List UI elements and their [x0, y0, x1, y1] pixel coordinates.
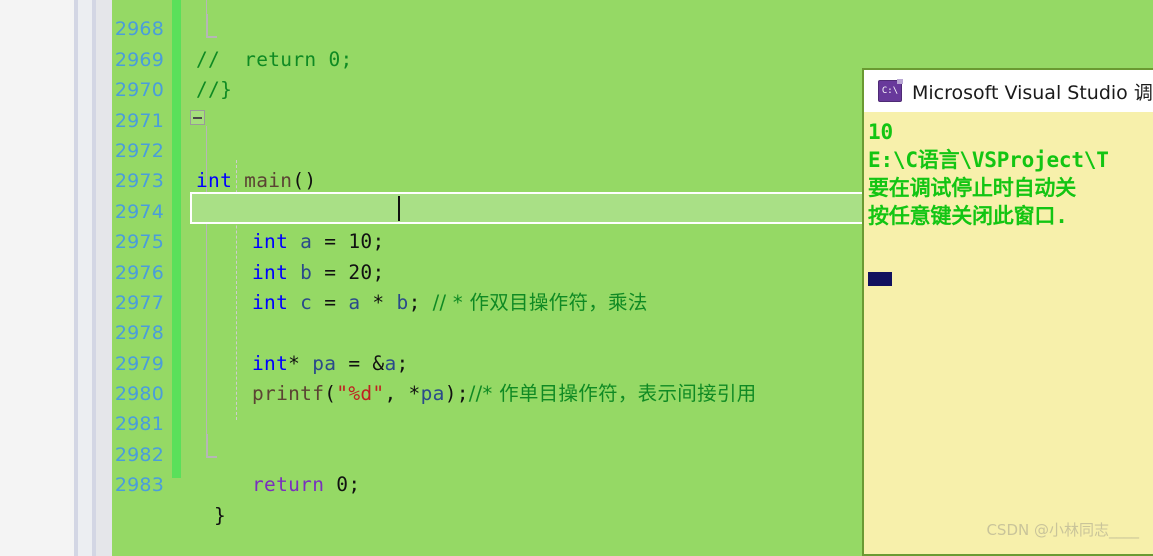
console-title-bar[interactable]: C:\ Microsoft Visual Studio 调试控 — [864, 70, 1153, 112]
ide-margin-panel — [78, 0, 92, 556]
ide-left-margin — [0, 0, 74, 556]
console-output[interactable]: 10 E:\C语言\VSProject\T 要在调试停止时自动关 按任意键关闭此… — [864, 112, 1153, 286]
line-content: return 0; — [252, 470, 360, 500]
line-content: int b = 20; — [252, 258, 384, 288]
line-number: 2983 — [114, 474, 164, 497]
console-output-line: 要在调试停止时自动关 — [868, 176, 1076, 200]
text-caret — [398, 196, 400, 221]
console-title-text: Microsoft Visual Studio 调试控 — [912, 81, 1153, 104]
console-cursor — [868, 272, 892, 286]
console-icon: C:\ — [878, 79, 903, 102]
number-token: 20 — [348, 260, 373, 284]
number-token: 0 — [336, 473, 349, 497]
screenshot-root: 2968 // return 0; 2969 //} 2970 2971 297… — [0, 0, 1153, 556]
code-line[interactable]: 2969 //} — [112, 14, 1153, 101]
editor-selection-margin[interactable] — [96, 0, 112, 556]
console-output-line: E:\C语言\VSProject\T — [868, 148, 1109, 172]
semicolon: ; — [348, 473, 361, 497]
semicolon: ; — [372, 260, 385, 284]
code-line[interactable]: 2968 // return 0; — [112, 0, 1153, 70]
variable-token: b — [300, 260, 313, 284]
console-output-line: 按任意键关闭此窗口. — [868, 204, 1068, 228]
watermark: CSDN @小林同志____ — [986, 521, 1139, 539]
brace-close: } — [214, 503, 227, 527]
current-line-highlight — [190, 192, 964, 224]
line-content: } — [214, 501, 226, 531]
debug-console-window[interactable]: C:\ Microsoft Visual Studio 调试控 10 E:\C语… — [862, 68, 1153, 556]
console-output-line: 10 — [868, 120, 893, 144]
assign-op: = — [312, 260, 349, 284]
keyword-token: int — [252, 260, 289, 284]
keyword-token: return — [252, 473, 325, 497]
